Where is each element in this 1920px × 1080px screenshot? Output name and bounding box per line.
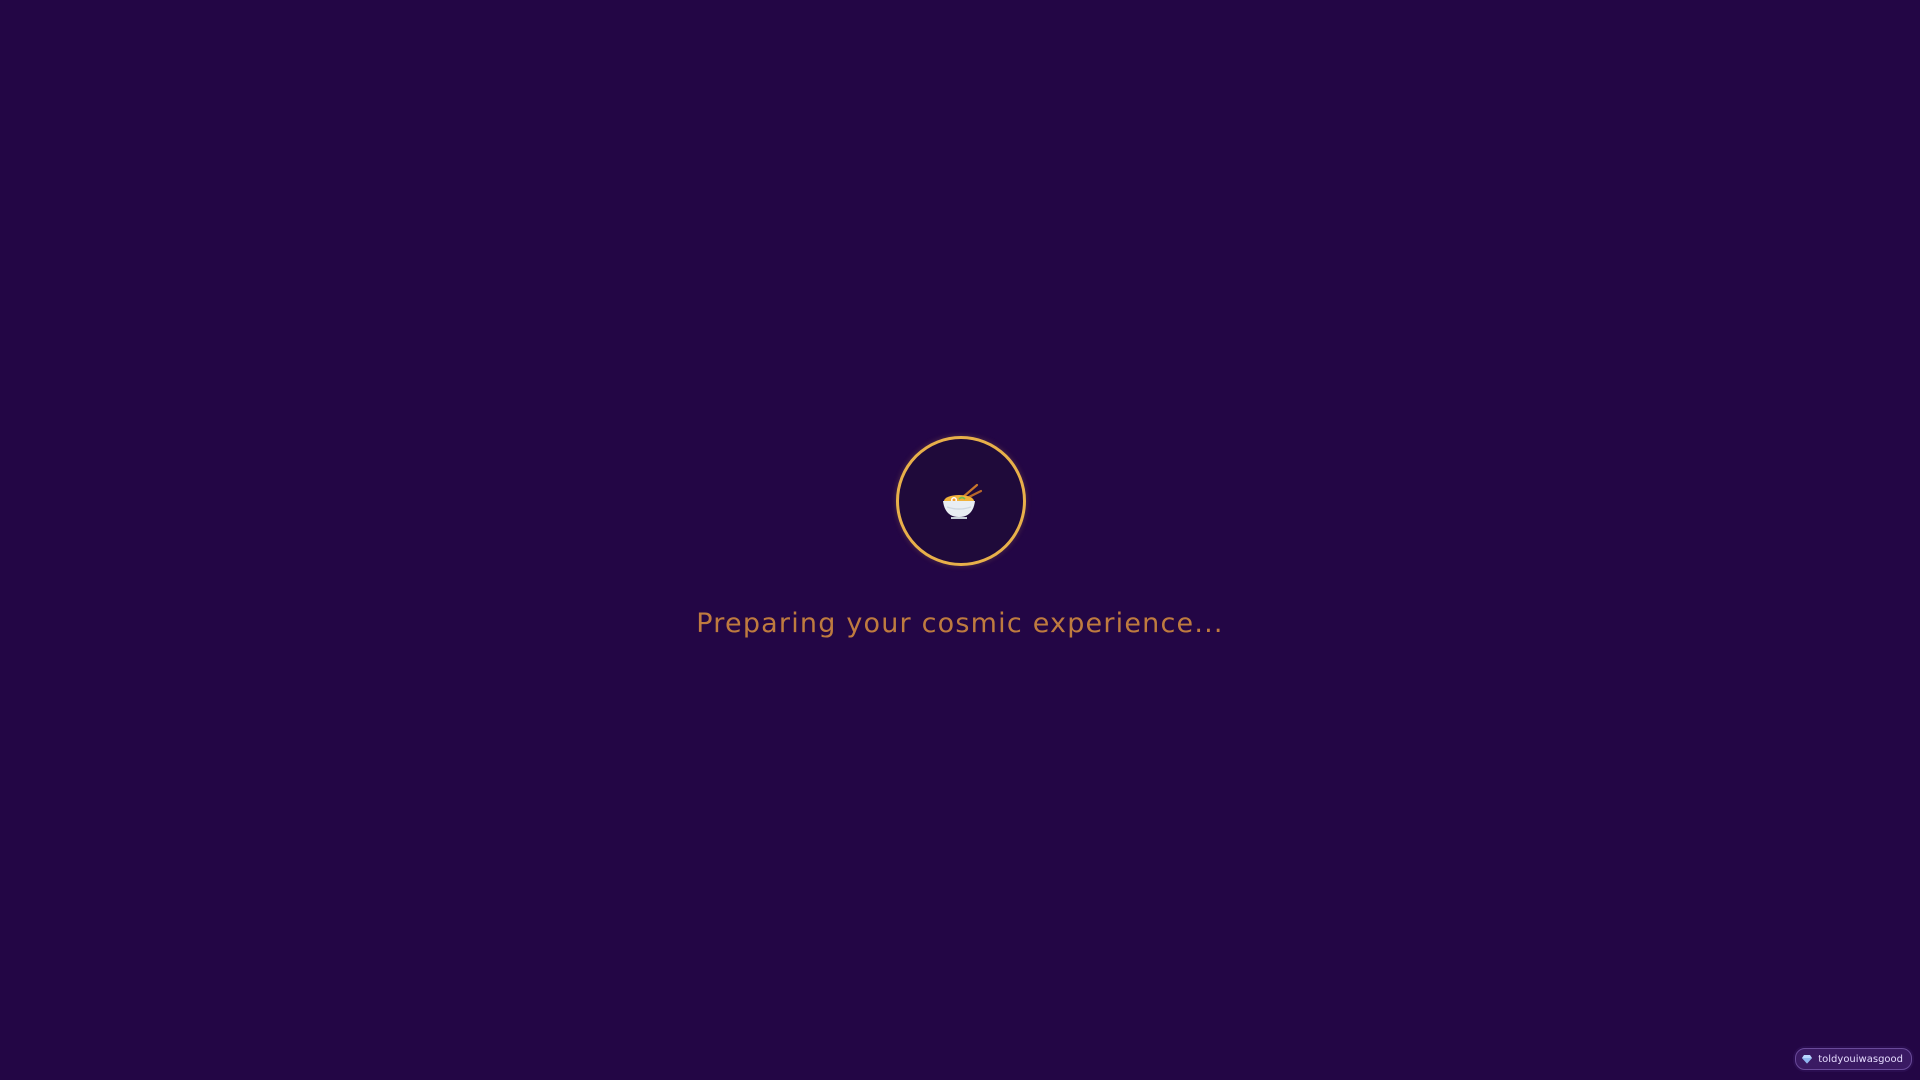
creator-badge-label: toldyouiwasgood bbox=[1818, 1053, 1903, 1065]
creator-badge[interactable]: toldyouiwasgood bbox=[1795, 1048, 1912, 1070]
loading-screen: Preparing your cosmic experience... told… bbox=[0, 0, 1920, 1080]
ramen-bowl-icon bbox=[943, 483, 983, 519]
loader-spinner-ring bbox=[896, 436, 1026, 566]
gem-icon bbox=[1802, 1055, 1813, 1064]
loading-message: Preparing your cosmic experience... bbox=[696, 608, 1224, 639]
